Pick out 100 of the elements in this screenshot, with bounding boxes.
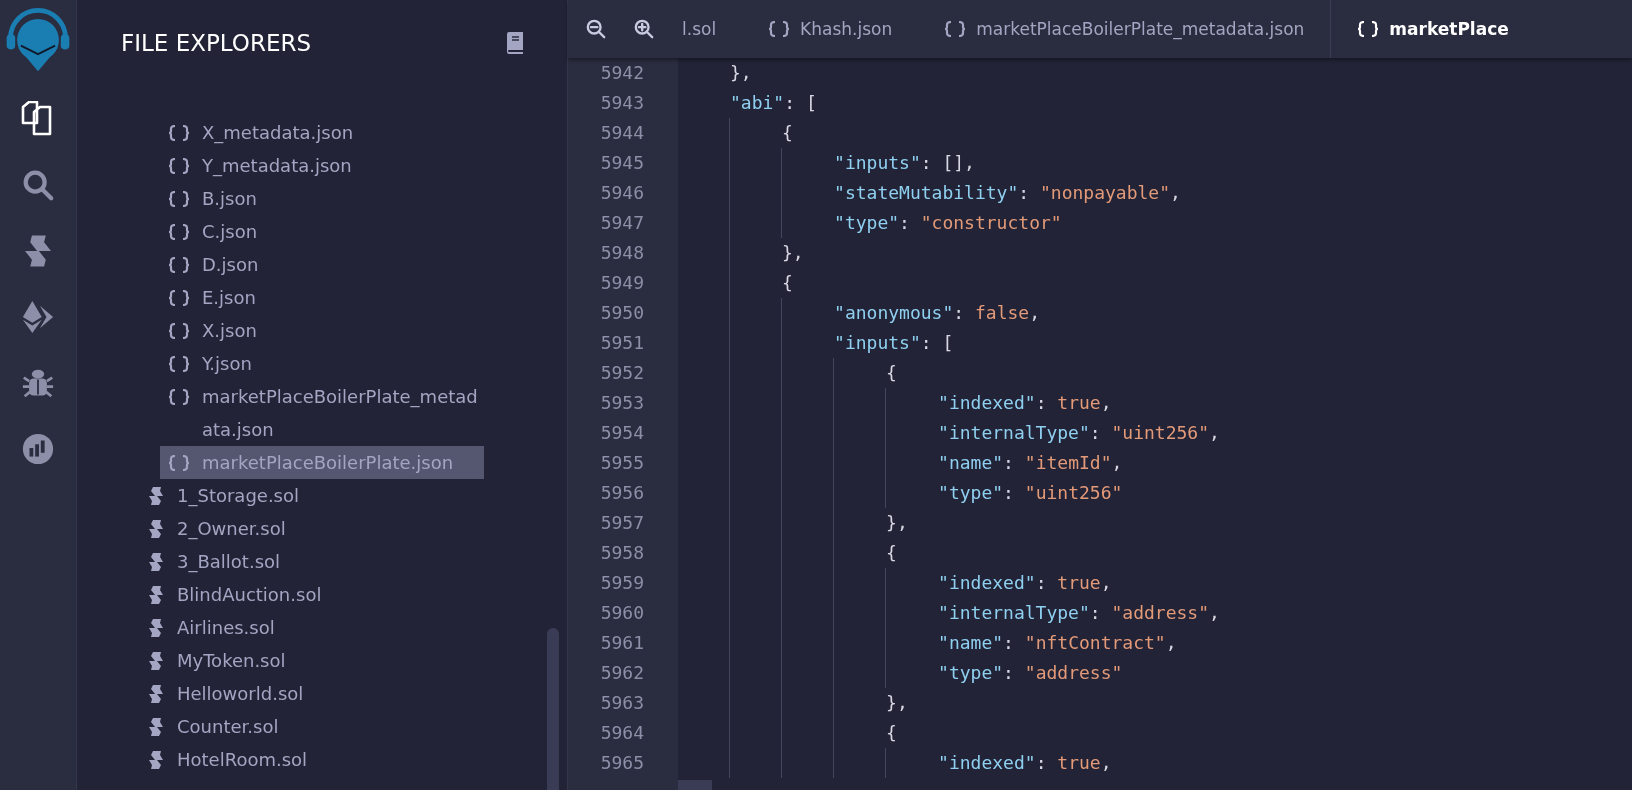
code-token: "internalType" bbox=[938, 601, 1090, 625]
file-item[interactable]: Y_metadata.json bbox=[160, 149, 484, 182]
code-token: { bbox=[782, 271, 793, 295]
json-braces-icon bbox=[168, 389, 190, 405]
code-token: : bbox=[899, 211, 911, 235]
code-token: "type" bbox=[938, 661, 1004, 685]
code-token: }, bbox=[886, 691, 908, 715]
json-braces-icon bbox=[944, 21, 967, 37]
line-number: 5951 bbox=[599, 331, 644, 355]
code-token: , bbox=[1100, 751, 1112, 775]
solidity-file-icon bbox=[149, 651, 163, 671]
code-token: }, bbox=[730, 61, 752, 85]
solidity-file-icon bbox=[149, 750, 163, 770]
file-item[interactable]: X_metadata.json bbox=[160, 116, 484, 149]
file-item[interactable]: BlindAuction.sol bbox=[149, 578, 567, 611]
file-item[interactable]: Y.json bbox=[160, 347, 484, 380]
line-number: 5953 bbox=[599, 391, 644, 415]
json-braces-icon bbox=[168, 257, 190, 273]
code-token: , bbox=[1100, 571, 1112, 595]
code-token: : bbox=[1035, 391, 1048, 415]
code-token: , bbox=[1209, 601, 1220, 625]
code-token: : bbox=[1089, 421, 1102, 445]
line-number: 5955 bbox=[599, 451, 644, 475]
solidity-file-icon bbox=[149, 519, 163, 539]
bug-icon[interactable] bbox=[22, 367, 54, 399]
code-token: , bbox=[1100, 391, 1112, 415]
code-token: : bbox=[1089, 601, 1102, 625]
editor-tab[interactable]: l.sol bbox=[682, 0, 743, 58]
line-number: 5947 bbox=[599, 211, 644, 235]
line-number: 5959 bbox=[599, 571, 644, 595]
code-token: "itemId" bbox=[1024, 451, 1112, 475]
zoom-out-icon[interactable] bbox=[586, 19, 606, 39]
code-token: "anonymous" bbox=[834, 301, 954, 325]
line-number: 5952 bbox=[599, 361, 644, 385]
file-item[interactable]: C.json bbox=[160, 215, 484, 248]
chart-icon[interactable] bbox=[21, 432, 55, 466]
code-token: , bbox=[1209, 421, 1220, 445]
line-number: 5965 bbox=[599, 751, 644, 775]
code-token: "uint256" bbox=[1024, 481, 1123, 505]
code-token: : bbox=[1003, 631, 1015, 655]
line-number: 5944 bbox=[599, 121, 644, 145]
ethereum-arrow-icon[interactable] bbox=[20, 300, 56, 334]
code-token: : bbox=[953, 301, 966, 325]
file-item[interactable]: 3_Ballot.sol bbox=[149, 545, 567, 578]
file-item[interactable]: B.json bbox=[160, 182, 484, 215]
search-icon[interactable] bbox=[21, 168, 55, 202]
line-number: 5942 bbox=[599, 61, 644, 85]
code-token: true bbox=[1057, 391, 1101, 415]
book-icon[interactable] bbox=[505, 32, 525, 54]
code-token: : bbox=[1018, 181, 1031, 205]
line-number: 5945 bbox=[599, 151, 644, 175]
solidity-file-icon bbox=[149, 618, 163, 638]
code-token: }, bbox=[886, 511, 908, 535]
code-token: "address" bbox=[1111, 601, 1210, 625]
line-number: 5964 bbox=[599, 721, 644, 745]
file-item[interactable]: 2_Owner.sol bbox=[149, 512, 567, 545]
zoom-in-icon[interactable] bbox=[634, 19, 654, 39]
code-token: "uint256" bbox=[1111, 421, 1210, 445]
solidity-file-icon bbox=[149, 552, 163, 572]
editor-tab[interactable]: marketPlace bbox=[1330, 0, 1509, 58]
line-number: 5960 bbox=[599, 601, 644, 625]
code-token: "type" bbox=[938, 481, 1004, 505]
file-item[interactable]: X.json bbox=[160, 314, 484, 347]
code-token: "name" bbox=[938, 451, 1004, 475]
file-item[interactable]: MyToken.sol bbox=[149, 644, 567, 677]
json-braces-icon bbox=[168, 290, 190, 306]
line-number: 5957 bbox=[599, 511, 644, 535]
file-item[interactable]: Counter.sol bbox=[149, 710, 567, 743]
solidity-file-icon bbox=[149, 585, 163, 605]
line-number: 5949 bbox=[599, 271, 644, 295]
code-token: , bbox=[1165, 631, 1177, 655]
code-token: "inputs" bbox=[834, 151, 921, 175]
scrollbar-thumb[interactable] bbox=[547, 628, 559, 790]
file-item[interactable]: D.json bbox=[160, 248, 484, 281]
code-token: "indexed" bbox=[938, 751, 1036, 775]
code-token: : bbox=[1035, 571, 1048, 595]
file-item[interactable]: Helloworld.sol bbox=[149, 677, 567, 710]
code-token: "nftContract" bbox=[1024, 631, 1166, 655]
json-braces-icon bbox=[168, 158, 190, 174]
file-item[interactable]: Airlines.sol bbox=[149, 611, 567, 644]
solidity-icon[interactable] bbox=[25, 233, 51, 269]
line-number: 5963 bbox=[599, 691, 644, 715]
json-braces-icon bbox=[168, 455, 190, 471]
code-token: : [ bbox=[920, 331, 954, 355]
scrollbar-thumb[interactable] bbox=[678, 780, 712, 790]
editor-tab[interactable]: marketPlaceBoilerPlate_metadata.json bbox=[918, 0, 1331, 58]
line-number: 5962 bbox=[599, 661, 644, 685]
editor-tab[interactable]: Khash.json bbox=[742, 0, 919, 58]
code-token: : [ bbox=[784, 91, 817, 115]
code-token: , bbox=[1029, 301, 1040, 325]
line-number: 5954 bbox=[599, 421, 644, 445]
code-token: false bbox=[974, 301, 1030, 325]
solidity-file-icon bbox=[149, 717, 163, 737]
code-token: { bbox=[782, 121, 793, 145]
code-token: , bbox=[1111, 451, 1123, 475]
file-item[interactable]: 1_Storage.sol bbox=[149, 479, 567, 512]
file-item[interactable]: E.json bbox=[160, 281, 484, 314]
file-item[interactable]: HotelRoom.sol bbox=[149, 743, 567, 776]
code-token: }, bbox=[782, 241, 804, 265]
line-number: 5946 bbox=[599, 181, 644, 205]
